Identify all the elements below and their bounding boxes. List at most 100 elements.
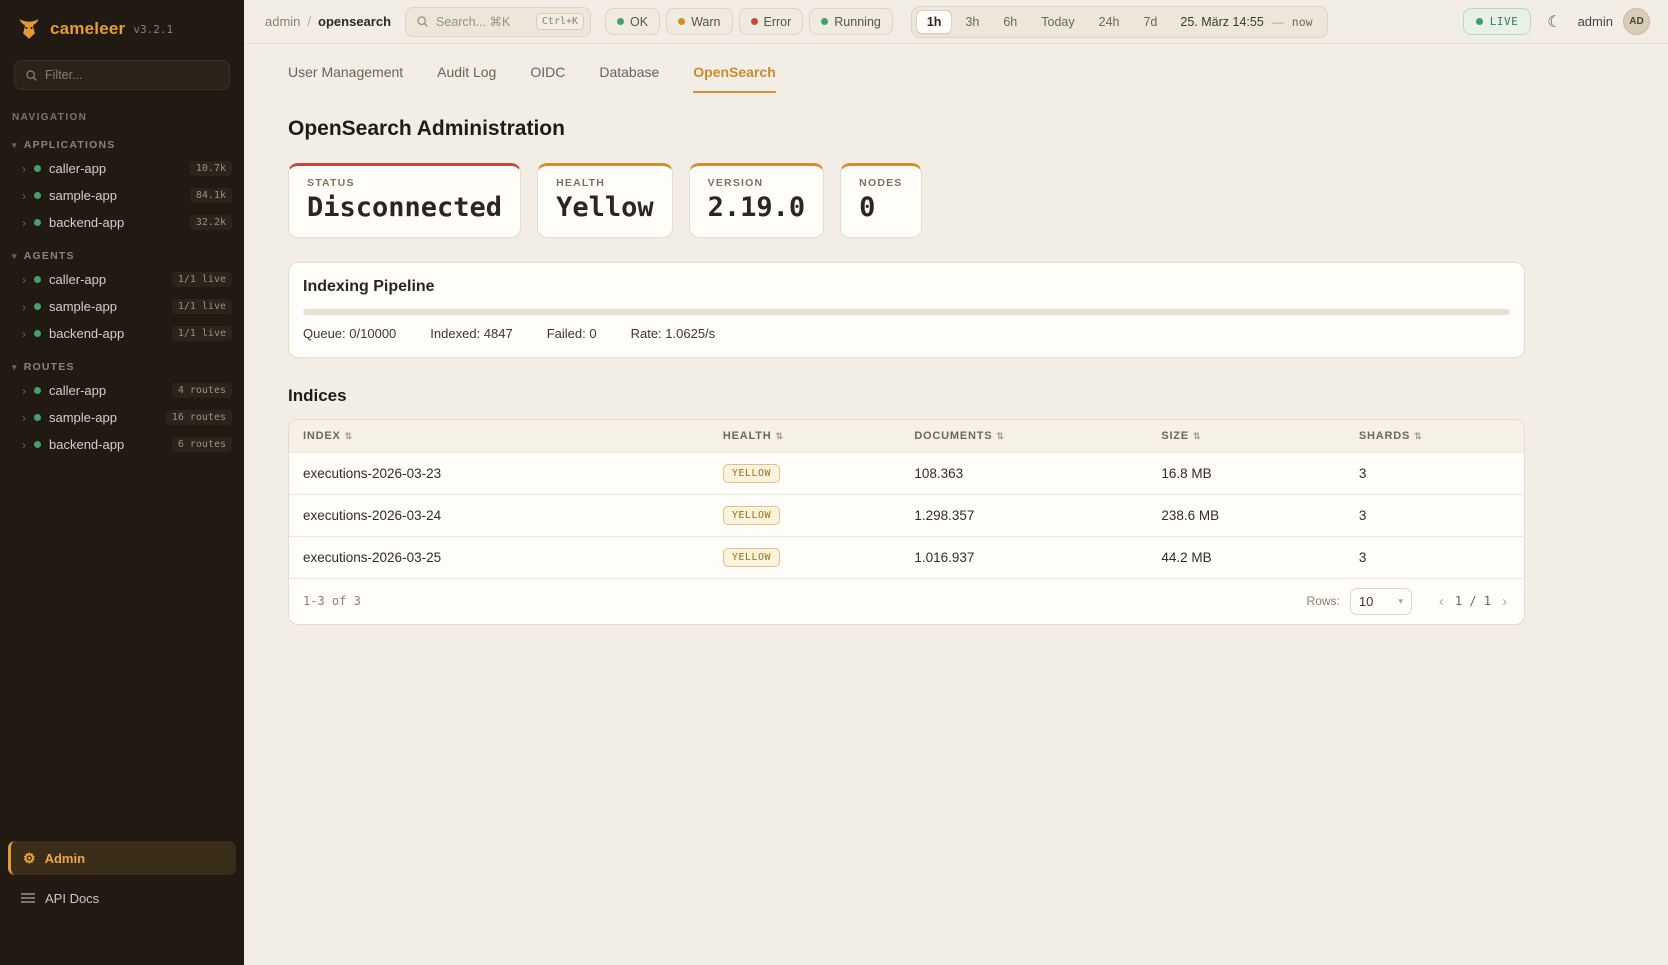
user-name: admin (1578, 14, 1613, 29)
item-badge: 1/1 live (172, 326, 232, 341)
filter-warn[interactable]: Warn (666, 8, 732, 35)
status-filter-group: OK Warn Error Running (605, 8, 893, 35)
item-badge: 1/1 live (172, 272, 232, 287)
section-label: AGENTS (24, 250, 75, 262)
tab-oidc[interactable]: OIDC (530, 64, 565, 93)
pagination: ‹ 1 / 1 › (1436, 593, 1510, 610)
main-area: admin / opensearch Ctrl+K OK Warn (244, 0, 1668, 965)
pipeline-stat-queue: Queue: 0/10000 (303, 326, 396, 341)
sidebar-item-sample-app-routes[interactable]: › sample-app 16 routes (0, 404, 244, 431)
column-header-size[interactable]: SIZE⇅ (1147, 420, 1345, 453)
column-header-index[interactable]: INDEX⇅ (289, 420, 709, 453)
table-row[interactable]: executions-2026-03-25 YELLOW 1.016.937 4… (289, 536, 1524, 578)
filter-ok[interactable]: OK (605, 8, 660, 35)
section-label: ROUTES (24, 361, 75, 373)
tab-opensearch[interactable]: OpenSearch (693, 64, 775, 93)
date-range[interactable]: 25. März 14:55 — now (1180, 15, 1312, 29)
time-range-today[interactable]: Today (1030, 10, 1085, 34)
rows-per-page-value: 10 (1359, 594, 1373, 609)
next-page-button[interactable]: › (1499, 593, 1510, 610)
section-head-agents[interactable]: ▾ AGENTS (0, 246, 244, 266)
sidebar-item-sample-app[interactable]: › sample-app 84.1k (0, 182, 244, 209)
filter-error[interactable]: Error (739, 8, 804, 35)
cell-documents: 1.298.357 (900, 494, 1147, 536)
item-badge: 84.1k (190, 188, 232, 203)
time-range-3h[interactable]: 3h (954, 10, 990, 34)
sidebar-item-sample-app-agent[interactable]: › sample-app 1/1 live (0, 293, 244, 320)
time-range-1h[interactable]: 1h (916, 10, 953, 34)
time-range-6h[interactable]: 6h (992, 10, 1028, 34)
stat-card-row: STATUS Disconnected HEALTH Yellow VERSIO… (288, 163, 1525, 238)
time-range-group: 1h 3h 6h Today 24h 7d 25. März 14:55 — n… (911, 6, 1328, 38)
cell-index: executions-2026-03-24 (289, 494, 709, 536)
live-dot-icon (1476, 18, 1483, 25)
pipeline-stat-failed: Failed: 0 (547, 326, 597, 341)
page-title: OpenSearch Administration (288, 117, 1525, 141)
item-label: caller-app (49, 272, 164, 287)
sidebar-item-caller-app[interactable]: › caller-app 10.7k (0, 155, 244, 182)
time-range-24h[interactable]: 24h (1088, 10, 1131, 34)
status-dot (34, 330, 41, 337)
sidebar-item-api-docs[interactable]: API Docs (0, 883, 244, 913)
chevron-right-icon: › (22, 190, 26, 202)
item-label: backend-app (49, 326, 164, 341)
sidebar-item-admin[interactable]: ⚙ Admin (8, 841, 236, 875)
section-routes: ▾ ROUTES › caller-app 4 routes › sample-… (0, 357, 244, 458)
filter-running-label: Running (834, 15, 881, 29)
time-range-7d[interactable]: 7d (1132, 10, 1168, 34)
cell-size: 44.2 MB (1147, 536, 1345, 578)
sidebar-filter-input[interactable] (45, 68, 219, 82)
app-version: v3.2.1 (133, 23, 173, 36)
global-search-input[interactable] (436, 15, 529, 29)
chevron-right-icon: › (22, 412, 26, 424)
filter-running[interactable]: Running (809, 8, 893, 35)
sidebar-item-backend-app[interactable]: › backend-app 32.2k (0, 209, 244, 236)
pipeline-stat-indexed: Indexed: 4847 (430, 326, 512, 341)
health-badge: YELLOW (723, 506, 780, 525)
status-dot (34, 414, 41, 421)
column-header-documents[interactable]: DOCUMENTS⇅ (900, 420, 1147, 453)
section-head-applications[interactable]: ▾ APPLICATIONS (0, 135, 244, 155)
cell-shards: 3 (1345, 494, 1524, 536)
breadcrumb-parent[interactable]: admin (265, 14, 300, 29)
sort-icon: ⇅ (345, 431, 353, 441)
filter-error-label: Error (764, 15, 792, 29)
table-row[interactable]: executions-2026-03-24 YELLOW 1.298.357 2… (289, 494, 1524, 536)
cell-size: 238.6 MB (1147, 494, 1345, 536)
avatar[interactable]: AD (1623, 8, 1650, 35)
item-label: caller-app (49, 161, 182, 176)
rows-per-page-label: Rows: (1307, 594, 1340, 608)
chevron-right-icon: › (22, 274, 26, 286)
global-search[interactable]: Ctrl+K (405, 7, 591, 37)
tab-database[interactable]: Database (599, 64, 659, 93)
caret-down-icon: ▾ (12, 251, 18, 262)
table-header-row: INDEX⇅ HEALTH⇅ DOCUMENTS⇅ SIZE⇅ (289, 420, 1524, 453)
status-dot (34, 387, 41, 394)
rows-per-page-select[interactable]: 10 ▾ (1350, 588, 1412, 615)
sidebar-item-caller-app-agent[interactable]: › caller-app 1/1 live (0, 266, 244, 293)
ok-dot-icon (617, 18, 624, 25)
sidebar-item-caller-app-routes[interactable]: › caller-app 4 routes (0, 377, 244, 404)
indices-title: Indices (288, 386, 1525, 406)
cell-index: executions-2026-03-23 (289, 452, 709, 494)
tab-user-management[interactable]: User Management (288, 64, 403, 93)
cell-health: YELLOW (709, 452, 900, 494)
sidebar-item-backend-app-agent[interactable]: › backend-app 1/1 live (0, 320, 244, 347)
column-header-shards[interactable]: SHARDS⇅ (1345, 420, 1524, 453)
item-label: sample-app (49, 188, 182, 203)
chevron-right-icon: › (22, 301, 26, 313)
dark-mode-toggle[interactable]: ☾ (1541, 10, 1567, 34)
item-badge: 1/1 live (172, 299, 232, 314)
sidebar-item-backend-app-routes[interactable]: › backend-app 6 routes (0, 431, 244, 458)
section-head-routes[interactable]: ▾ ROUTES (0, 357, 244, 377)
tab-audit-log[interactable]: Audit Log (437, 64, 496, 93)
avatar-initials: AD (1629, 16, 1643, 27)
sidebar-filter[interactable] (14, 60, 230, 90)
stat-value: Disconnected (307, 193, 502, 223)
table-row[interactable]: executions-2026-03-23 YELLOW 108.363 16.… (289, 452, 1524, 494)
prev-page-button[interactable]: ‹ (1436, 593, 1447, 610)
live-badge[interactable]: LIVE (1463, 8, 1532, 35)
stat-value: 2.19.0 (708, 193, 806, 223)
column-header-health[interactable]: HEALTH⇅ (709, 420, 900, 453)
app-logo[interactable]: cameleer v3.2.1 (0, 0, 244, 48)
